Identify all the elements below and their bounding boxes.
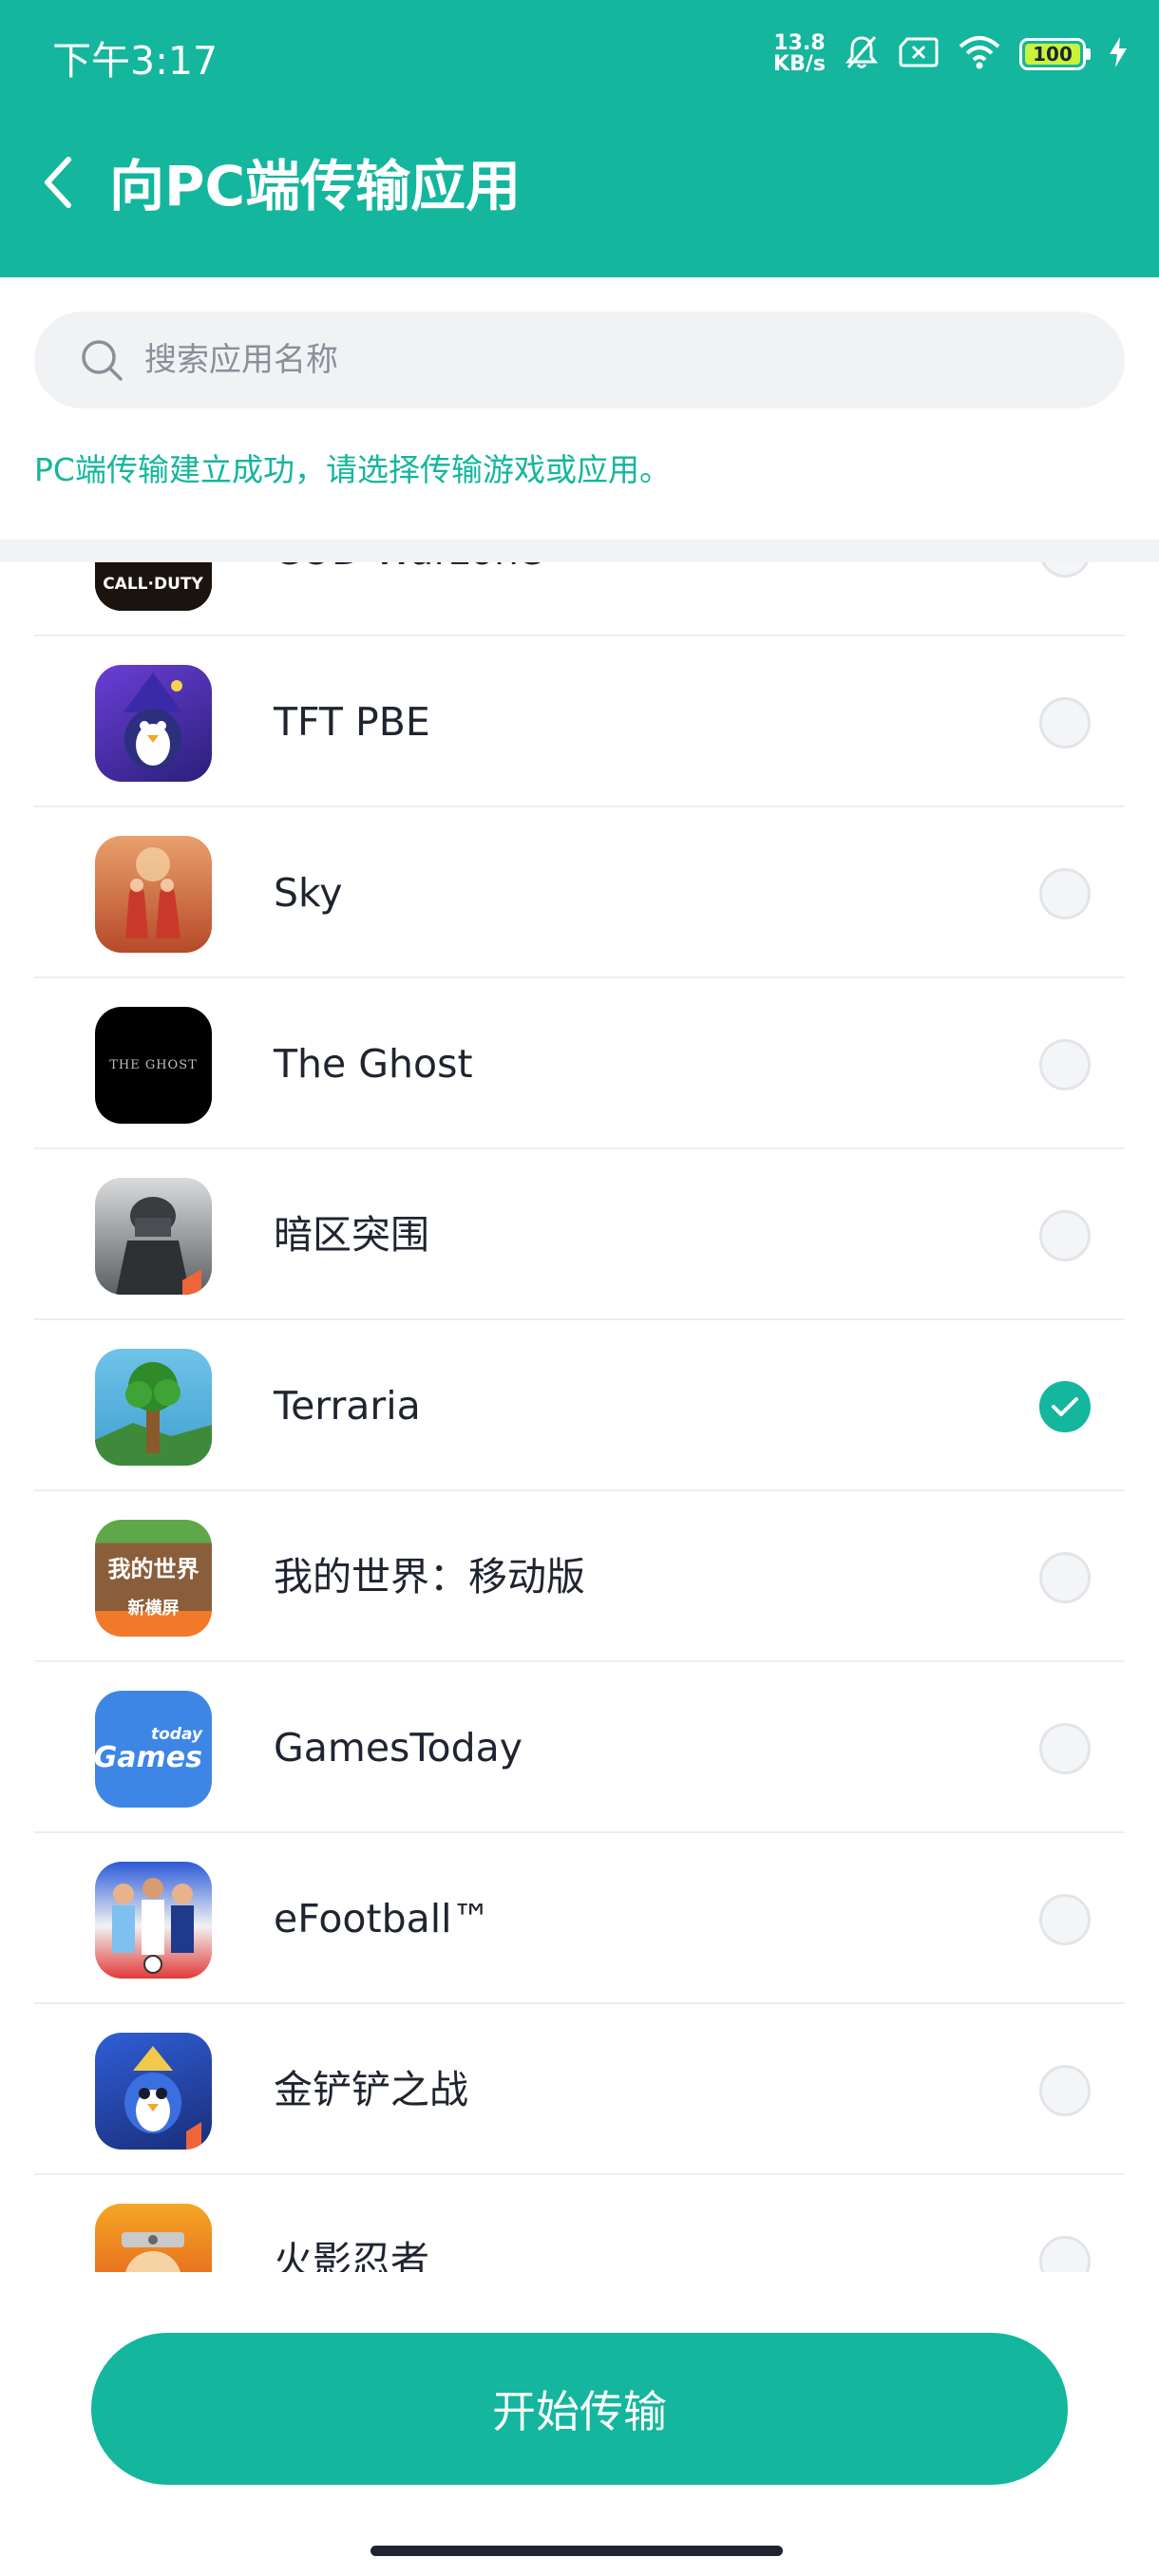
- golden-spatula-icon: [95, 2033, 212, 2150]
- search-input[interactable]: [144, 341, 999, 379]
- status-bar: 下午3:17 13.8 KB/s 100: [0, 0, 1159, 109]
- page-title: 向PC端传输应用: [109, 154, 522, 218]
- list-item[interactable]: 金铲铲之战: [0, 2004, 1159, 2175]
- list-item[interactable]: today Games GamesToday: [0, 1662, 1159, 1833]
- app-header: 下午3:17 13.8 KB/s 100 向PC端传输应用: [0, 0, 1159, 277]
- select-radio[interactable]: [1039, 697, 1091, 748]
- select-radio[interactable]: [1039, 562, 1091, 578]
- list-item[interactable]: CALL·DUTY COD Warzone: [0, 562, 1159, 636]
- select-radio[interactable]: [1039, 1039, 1091, 1090]
- app-name: 火影忍者: [274, 2238, 429, 2272]
- naruto-icon: [95, 2204, 212, 2272]
- list-item[interactable]: TFT PBE: [0, 636, 1159, 807]
- app-name: COD Warzone: [274, 562, 542, 579]
- app-name: TFT PBE: [274, 699, 430, 745]
- app-name: eFootball™: [274, 1896, 491, 1941]
- app-name: Terraria: [274, 1383, 421, 1429]
- select-radio[interactable]: [1039, 2236, 1091, 2272]
- select-radio[interactable]: [1039, 1552, 1091, 1603]
- battery-level: 100: [1025, 44, 1080, 65]
- sim-off-icon: [898, 33, 940, 75]
- list-item[interactable]: 暗区突围: [0, 1149, 1159, 1320]
- search-icon: [78, 336, 125, 384]
- select-radio[interactable]: [1039, 1210, 1091, 1261]
- chevron-left-icon: [38, 154, 76, 215]
- app-list-viewport[interactable]: CALL·DUTY COD Warzone TFT PBE Sky THE GH…: [0, 562, 1159, 2272]
- home-indicator[interactable]: [370, 2546, 783, 2556]
- call-of-duty-icon: CALL·DUTY: [95, 562, 212, 611]
- svg-text:CALL·DUTY: CALL·DUTY: [103, 575, 203, 594]
- terraria-icon: [95, 1349, 212, 1466]
- app-name: GamesToday: [274, 1725, 522, 1771]
- the-ghost-icon-text: THE GHOST: [109, 1058, 198, 1072]
- list-item[interactable]: 火影忍者: [0, 2175, 1159, 2272]
- network-speed: 13.8 KB/s: [773, 33, 826, 75]
- charging-bolt-icon: [1108, 36, 1129, 72]
- start-transfer-button[interactable]: 开始传输: [91, 2333, 1068, 2485]
- list-item[interactable]: eFootball™: [0, 1833, 1159, 2004]
- the-ghost-icon: THE GHOST: [95, 1007, 212, 1124]
- select-radio[interactable]: [1039, 2065, 1091, 2116]
- list-item[interactable]: Sky: [0, 807, 1159, 978]
- select-radio-checked[interactable]: [1039, 1381, 1091, 1432]
- list-item[interactable]: 我的世界 新横屏 我的世界：移动版: [0, 1491, 1159, 1662]
- app-name: The Ghost: [274, 1041, 473, 1087]
- minecraft-icon-subtext: 新横屏: [127, 1599, 180, 1619]
- status-icons: 13.8 KB/s 100: [773, 30, 1129, 78]
- sky-icon: [95, 836, 212, 953]
- wifi-icon: [957, 33, 1002, 75]
- app-name: Sky: [274, 870, 343, 916]
- efootball-icon: [95, 1862, 212, 1979]
- list-item[interactable]: Terraria: [0, 1320, 1159, 1491]
- section-divider: [0, 540, 1159, 562]
- app-name: 我的世界：移动版: [274, 1554, 585, 1600]
- status-time: 下午3:17: [52, 38, 218, 84]
- back-button[interactable]: [28, 150, 86, 218]
- gamestoday-icon: today Games: [95, 1691, 212, 1808]
- search-bar[interactable]: [34, 312, 1125, 408]
- app-list: CALL·DUTY COD Warzone TFT PBE Sky THE GH…: [0, 562, 1159, 2272]
- battery-icon: 100: [1019, 38, 1091, 70]
- gamestoday-icon-subtext: today: [150, 1724, 202, 1744]
- network-speed-value: 13.8: [773, 31, 826, 55]
- app-name: 暗区突围: [274, 1212, 429, 1258]
- select-radio[interactable]: [1039, 1723, 1091, 1774]
- select-radio[interactable]: [1039, 1894, 1091, 1945]
- connection-notice: PC端传输建立成功，请选择传输游戏或应用。: [34, 451, 671, 488]
- arena-breakout-icon: [95, 1178, 212, 1295]
- gamestoday-icon-text: Games: [95, 1740, 202, 1774]
- minecraft-icon-text: 我的世界: [107, 1556, 200, 1582]
- minecraft-icon: 我的世界 新横屏: [95, 1520, 212, 1637]
- select-radio[interactable]: [1039, 868, 1091, 919]
- tft-pbe-icon: [95, 665, 212, 782]
- network-speed-unit: KB/s: [773, 52, 826, 76]
- list-item[interactable]: THE GHOST The Ghost: [0, 978, 1159, 1149]
- check-icon: [1052, 1397, 1078, 1416]
- app-name: 金铲铲之战: [274, 2067, 468, 2112]
- mute-bell-icon: [843, 33, 881, 75]
